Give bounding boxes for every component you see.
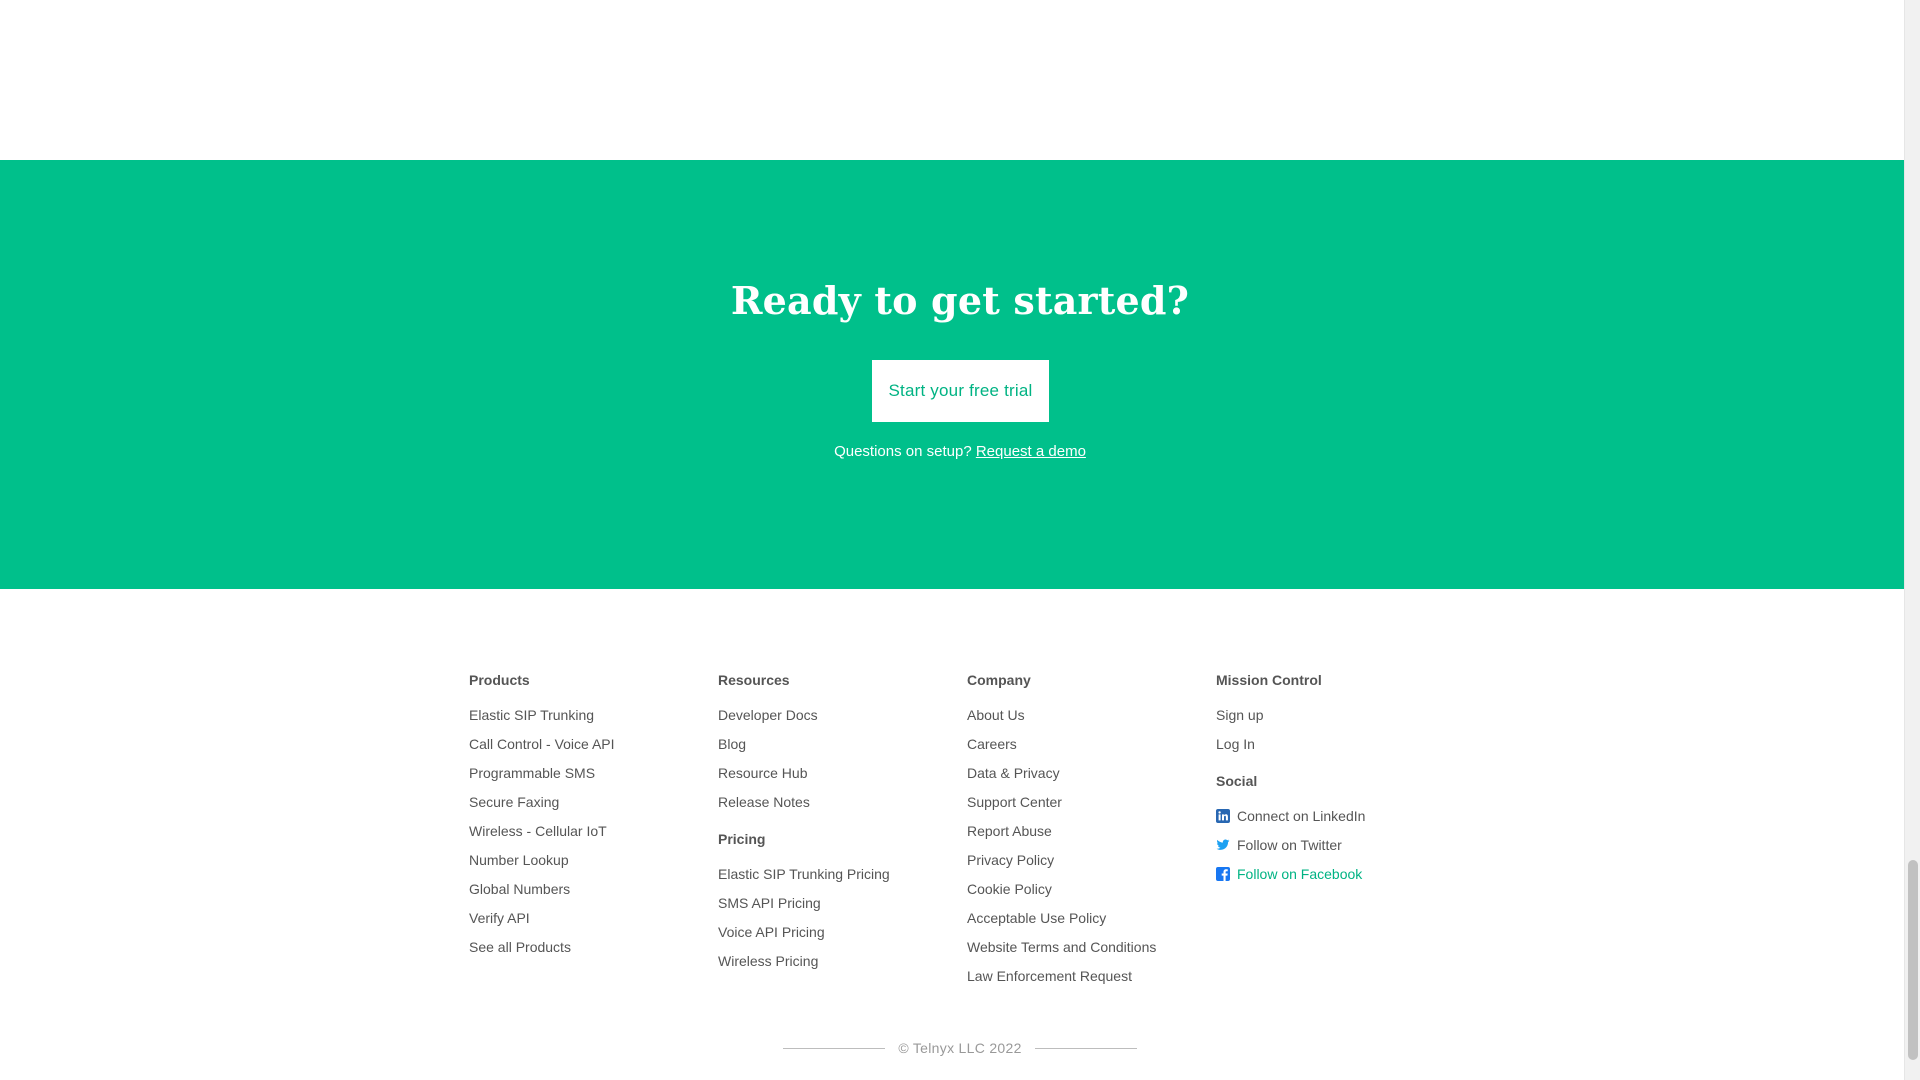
company-list: About Us Careers Data & Privacy Support … — [967, 706, 1197, 996]
footer-link-about-us[interactable]: About Us — [967, 706, 1197, 735]
footer-link-programmable-sms[interactable]: Programmable SMS — [469, 764, 699, 793]
footer-link-law-enforcement-request[interactable]: Law Enforcement Request — [967, 967, 1197, 996]
facebook-icon — [1216, 867, 1230, 881]
footer-link-support-center[interactable]: Support Center — [967, 793, 1197, 822]
scrollbar-thumb[interactable] — [1908, 860, 1918, 1060]
footer-link-see-all-products[interactable]: See all Products — [469, 938, 699, 967]
pricing-list: Elastic SIP Trunking Pricing SMS API Pri… — [718, 865, 948, 981]
footer-link-release-notes[interactable]: Release Notes — [718, 793, 948, 822]
content-area: Ready to get started? Start your free tr… — [0, 0, 1920, 1080]
footer-link-log-in[interactable]: Log In — [1216, 735, 1446, 764]
footer-link-careers[interactable]: Careers — [967, 735, 1197, 764]
footer-link-call-control-voice-api[interactable]: Call Control - Voice API — [469, 735, 699, 764]
footer-links: Products Elastic SIP Trunking Call Contr… — [469, 670, 1469, 1000]
footer-link-number-lookup[interactable]: Number Lookup — [469, 851, 699, 880]
footer-link-developer-docs[interactable]: Developer Docs — [718, 706, 948, 735]
footer-link-verify-api[interactable]: Verify API — [469, 909, 699, 938]
footer-link-wireless-cellular-iot[interactable]: Wireless - Cellular IoT — [469, 822, 699, 851]
linkedin-label: Connect on LinkedIn — [1237, 808, 1366, 824]
footer-column-company: Company About Us Careers Data & Privacy … — [967, 670, 1197, 996]
footer-link-global-numbers[interactable]: Global Numbers — [469, 880, 699, 909]
footer-link-sign-up[interactable]: Sign up — [1216, 706, 1446, 735]
resources-heading: Resources — [718, 672, 790, 688]
footer-column-products: Products Elastic SIP Trunking Call Contr… — [469, 670, 699, 967]
copyright-divider-right — [1034, 1047, 1137, 1049]
footer-link-elastic-sip-trunking-pricing[interactable]: Elastic SIP Trunking Pricing — [718, 865, 948, 894]
twitter-icon — [1216, 838, 1230, 852]
footer-link-privacy-policy[interactable]: Privacy Policy — [967, 851, 1197, 880]
company-heading: Company — [967, 672, 1031, 688]
footer-link-resource-hub[interactable]: Resource Hub — [718, 764, 948, 793]
resources-list: Developer Docs Blog Resource Hub Release… — [718, 706, 948, 822]
vertical-scrollbar[interactable] — [1904, 0, 1920, 1080]
footer-link-secure-faxing[interactable]: Secure Faxing — [469, 793, 699, 822]
copyright-divider-left — [783, 1047, 886, 1049]
pricing-heading: Pricing — [718, 831, 766, 847]
start-free-trial-button[interactable]: Start your free trial — [872, 360, 1049, 422]
products-list: Elastic SIP Trunking Call Control - Voic… — [469, 706, 699, 967]
footer-link-facebook[interactable]: Follow on Facebook — [1216, 865, 1446, 894]
products-heading: Products — [469, 672, 530, 688]
request-demo-link[interactable]: Request a demo — [976, 443, 1086, 460]
footer-link-blog[interactable]: Blog — [718, 735, 948, 764]
footer-link-elastic-sip-trunking[interactable]: Elastic SIP Trunking — [469, 706, 699, 735]
footer-link-website-terms[interactable]: Website Terms and Conditions — [967, 938, 1197, 967]
footer-link-sms-api-pricing[interactable]: SMS API Pricing — [718, 894, 948, 923]
twitter-label: Follow on Twitter — [1237, 837, 1342, 853]
facebook-label: Follow on Facebook — [1237, 866, 1363, 882]
copyright-bar: © Telnyx LLC 2022 — [0, 1038, 1920, 1058]
footer-link-data-privacy[interactable]: Data & Privacy — [967, 764, 1197, 793]
mission-control-list: Sign up Log In — [1216, 706, 1446, 764]
cta-banner: Ready to get started? Start your free tr… — [0, 160, 1920, 589]
footer-link-voice-api-pricing[interactable]: Voice API Pricing — [718, 923, 948, 952]
footer-link-acceptable-use-policy[interactable]: Acceptable Use Policy — [967, 909, 1197, 938]
footer-column-resources: Resources Developer Docs Blog Resource H… — [718, 670, 948, 981]
footer-link-twitter[interactable]: Follow on Twitter — [1216, 836, 1446, 865]
footer-link-cookie-policy[interactable]: Cookie Policy — [967, 880, 1197, 909]
mission-control-heading: Mission Control — [1216, 672, 1322, 688]
cta-subtext: Questions on setup? Request a demo — [0, 443, 1920, 460]
cta-heading: Ready to get started? — [730, 278, 1190, 323]
footer-column-mission-control: Mission Control Sign up Log In Social Co… — [1216, 670, 1446, 894]
copyright-text: © Telnyx LLC 2022 — [898, 1040, 1022, 1056]
linkedin-icon — [1216, 809, 1230, 823]
social-list: Connect on LinkedIn Follow on Twitter Fo… — [1216, 807, 1446, 894]
footer-link-wireless-pricing[interactable]: Wireless Pricing — [718, 952, 948, 981]
page: Ready to get started? Start your free tr… — [0, 0, 1920, 1080]
setup-question-text: Questions on setup? — [834, 443, 976, 460]
footer-link-report-abuse[interactable]: Report Abuse — [967, 822, 1197, 851]
footer-link-linkedin[interactable]: Connect on LinkedIn — [1216, 807, 1446, 836]
social-heading: Social — [1216, 773, 1258, 789]
